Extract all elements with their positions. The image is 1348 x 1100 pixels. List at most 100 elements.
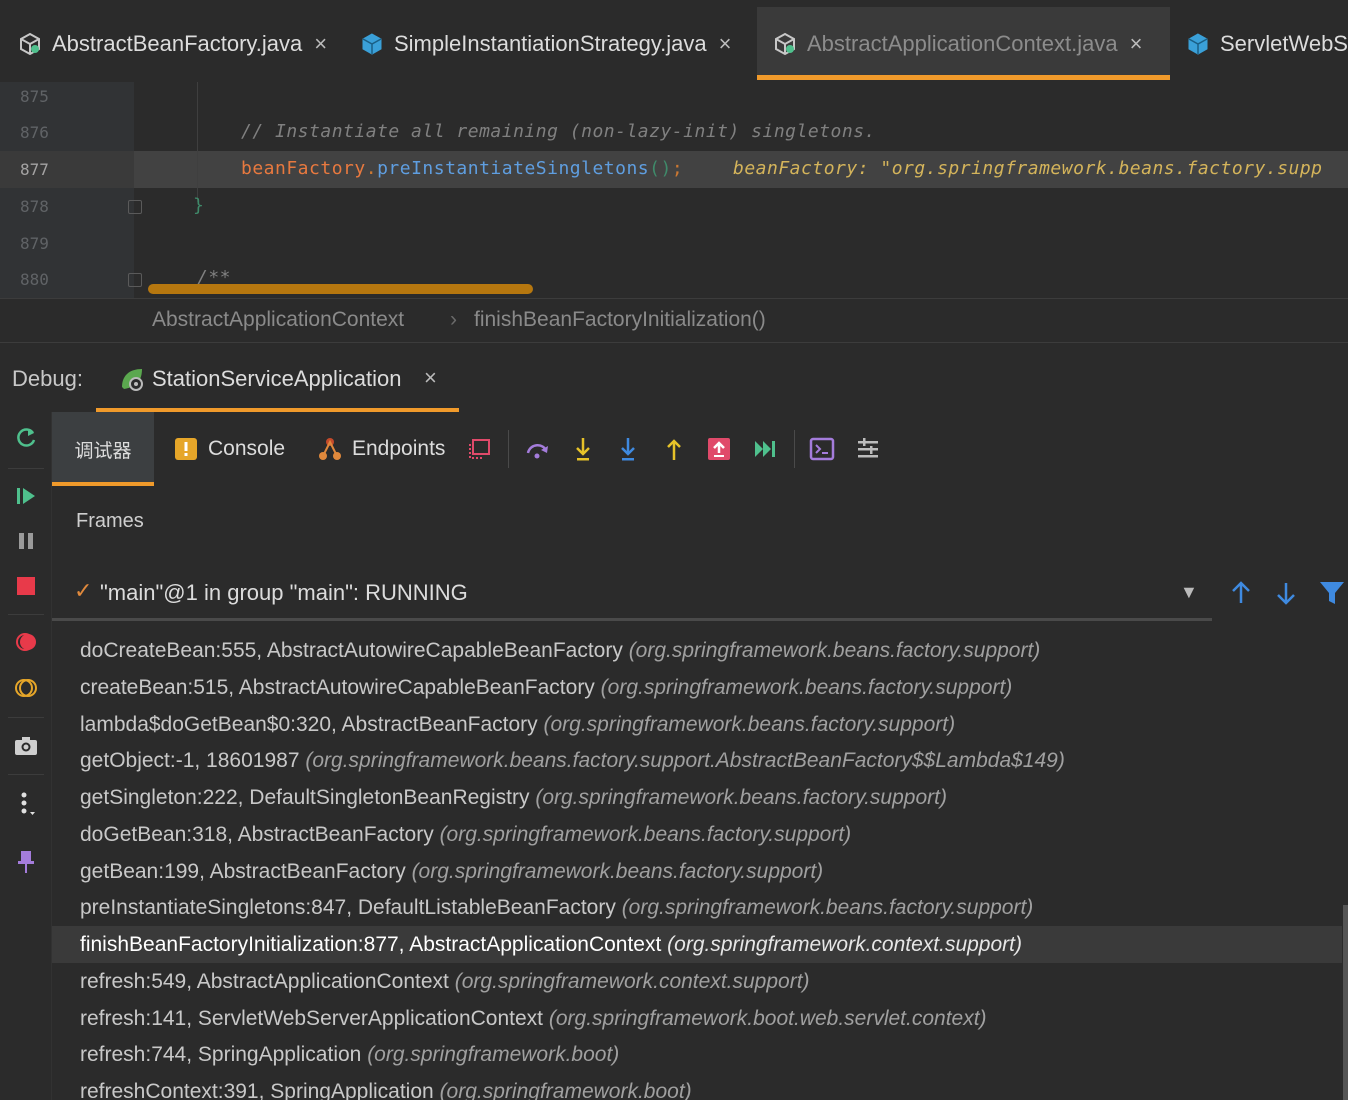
- rerun-icon[interactable]: [12, 424, 40, 452]
- close-icon[interactable]: ×: [1130, 31, 1143, 57]
- frame-item[interactable]: refresh:549, AbstractApplicationContext …: [52, 963, 1342, 1000]
- line-number: 875: [20, 87, 49, 106]
- frame-item[interactable]: preInstantiateSingletons:847, DefaultLis…: [52, 889, 1342, 926]
- frames-list: doCreateBean:555, AbstractAutowireCapabl…: [52, 628, 1348, 1100]
- pause-program-icon[interactable]: [12, 527, 40, 555]
- frames-title: Frames: [76, 510, 144, 532]
- spring-boot-run-icon: [122, 369, 143, 391]
- breadcrumb: AbstractApplicationContext › finishBeanF…: [0, 298, 1348, 342]
- frame-method: preInstantiateSingletons:847, DefaultLis…: [80, 896, 616, 919]
- frame-package: (org.springframework.beans.factory.suppo…: [543, 713, 956, 736]
- java-class-icon: [362, 32, 382, 55]
- frame-method: refreshContext:391, SpringApplication: [80, 1080, 434, 1100]
- line-number: 879: [20, 234, 49, 253]
- tab-console[interactable]: Console: [174, 412, 285, 486]
- line-gutter[interactable]: [0, 82, 134, 298]
- resume-program-icon[interactable]: [12, 482, 40, 510]
- frame-method: getSingleton:222, DefaultSingletonBeanRe…: [80, 786, 530, 809]
- frame-item-selected[interactable]: finishBeanFactoryInitialization:877, Abs…: [52, 926, 1342, 963]
- frame-package: (org.springframework.beans.factory.suppo…: [439, 823, 852, 846]
- filter-icon[interactable]: [1317, 578, 1347, 608]
- frame-item[interactable]: getObject:-1, 18601987 (org.springframew…: [52, 742, 1342, 779]
- previous-frame-icon[interactable]: [1226, 578, 1256, 608]
- trace-settings-icon[interactable]: [853, 434, 883, 464]
- next-frame-icon[interactable]: [1271, 578, 1301, 608]
- breadcrumb-separator: ›: [450, 308, 457, 331]
- view-breakpoints-icon[interactable]: [12, 628, 40, 656]
- code-editor[interactable]: 875 876 877 878 879 880 // Instantiate a…: [0, 82, 1348, 298]
- editor-tab-abstractbeanfactory[interactable]: AbstractBeanFactory.java ×: [18, 7, 327, 80]
- frame-method: createBean:515, AbstractAutowireCapableB…: [80, 676, 595, 699]
- code-parens: (): [649, 158, 672, 179]
- frame-item[interactable]: refreshContext:391, SpringApplication (o…: [52, 1073, 1342, 1100]
- step-into-icon[interactable]: [568, 434, 598, 464]
- frame-method: refresh:744, SpringApplication: [80, 1043, 362, 1066]
- drop-frame-icon[interactable]: [704, 434, 734, 464]
- endpoints-icon: [319, 438, 341, 460]
- frame-package: (org.springframework.context.support): [454, 970, 810, 993]
- code-closing-brace: }: [193, 195, 205, 216]
- frame-method: refresh:549, AbstractApplicationContext: [80, 970, 449, 993]
- fold-marker-icon[interactable]: [128, 200, 142, 214]
- layout-settings-icon[interactable]: [465, 434, 495, 464]
- thread-selector[interactable]: ✓ "main"@1 in group "main": RUNNING ▼: [52, 566, 1348, 622]
- evaluate-expression-icon[interactable]: [807, 434, 837, 464]
- frame-item[interactable]: lambda$doGetBean$0:320, AbstractBeanFact…: [52, 706, 1342, 743]
- frame-item[interactable]: doCreateBean:555, AbstractAutowireCapabl…: [52, 632, 1342, 669]
- line-number: 877: [20, 160, 49, 179]
- frame-item[interactable]: getSingleton:222, DefaultSingletonBeanRe…: [52, 779, 1342, 816]
- frame-package: (org.springframework.beans.factory.suppo…: [535, 786, 947, 809]
- tab-console-label: Console: [208, 437, 286, 460]
- frame-package: (org.springframework.boot): [367, 1043, 620, 1066]
- stop-icon[interactable]: [12, 572, 40, 600]
- editor-tab-servletwebserver[interactable]: ServletWebSe: [1186, 7, 1348, 80]
- check-icon: ✓: [74, 578, 93, 603]
- inline-debug-value: beanFactory: "org.springframework.beans.…: [733, 158, 1323, 179]
- more-options-icon[interactable]: [12, 790, 40, 818]
- camera-icon[interactable]: [12, 732, 40, 760]
- frame-method: getObject:-1, 18601987: [80, 749, 300, 772]
- mute-breakpoints-icon[interactable]: [12, 674, 40, 702]
- chevron-down-icon[interactable]: ▼: [1180, 582, 1198, 603]
- editor-tab-simpleinstantiationstrategy[interactable]: SimpleInstantiationStrategy.java ×: [360, 7, 732, 80]
- editor-tab-label: AbstractBeanFactory.java: [52, 30, 303, 56]
- editor-tab-bar: AbstractBeanFactory.java × SimpleInstant…: [0, 0, 1348, 82]
- indent-guide: [197, 82, 198, 202]
- frame-package: (org.springframework.beans.factory.suppo…: [411, 860, 824, 883]
- frame-item[interactable]: getBean:199, AbstractBeanFactory (org.sp…: [52, 853, 1342, 890]
- debug-session-name: StationServiceApplication: [152, 366, 402, 391]
- close-icon[interactable]: ×: [314, 31, 327, 57]
- horizontal-scrollbar[interactable]: [148, 284, 533, 294]
- frame-package: (org.springframework.boot.web.servlet.co…: [548, 1007, 987, 1030]
- fold-marker-icon[interactable]: [128, 273, 142, 287]
- pin-tab-icon[interactable]: [12, 848, 40, 876]
- frame-item[interactable]: doGetBean:318, AbstractBeanFactory (org.…: [52, 816, 1342, 853]
- force-step-into-icon[interactable]: [613, 434, 643, 464]
- frame-method: finishBeanFactoryInitialization:877, Abs…: [80, 933, 662, 956]
- breadcrumb-method[interactable]: finishBeanFactoryInitialization(): [474, 308, 766, 332]
- frame-method: lambda$doGetBean$0:320, AbstractBeanFact…: [80, 713, 538, 736]
- frame-package: (org.springframework.beans.factory.suppo…: [628, 639, 1041, 662]
- close-icon[interactable]: ×: [424, 365, 437, 391]
- debug-session-tab[interactable]: StationServiceApplication ×: [96, 343, 459, 413]
- line-number: 878: [20, 197, 49, 216]
- editor-tab-label: AbstractApplicationContext.java: [807, 30, 1118, 56]
- frame-package: (org.springframework.boot): [439, 1080, 692, 1100]
- frame-method: getBean:199, AbstractBeanFactory: [80, 860, 406, 883]
- step-out-icon[interactable]: [659, 434, 689, 464]
- tab-endpoints[interactable]: Endpoints: [317, 412, 445, 486]
- close-icon[interactable]: ×: [719, 31, 732, 57]
- frame-package: (org.springframework.beans.factory.suppo…: [600, 676, 1013, 699]
- active-tab-indicator: [52, 482, 154, 486]
- frame-item[interactable]: refresh:744, SpringApplication (org.spri…: [52, 1036, 1342, 1073]
- breadcrumb-class[interactable]: AbstractApplicationContext: [152, 308, 404, 332]
- editor-tab-abstractapplicationcontext[interactable]: AbstractApplicationContext.java ×: [757, 7, 1170, 80]
- frame-item[interactable]: refresh:141, ServletWebServerApplication…: [52, 1000, 1342, 1037]
- step-over-icon[interactable]: [523, 434, 553, 464]
- debug-tool-window-header: Debug: StationServiceApplication ×: [0, 342, 1348, 413]
- frame-item[interactable]: createBean:515, AbstractAutowireCapableB…: [52, 669, 1342, 706]
- run-to-cursor-icon[interactable]: [750, 434, 780, 464]
- vertical-scrollbar[interactable]: [1343, 905, 1348, 1100]
- tab-debugger[interactable]: 调试器: [52, 412, 154, 486]
- line-number: 876: [20, 123, 49, 142]
